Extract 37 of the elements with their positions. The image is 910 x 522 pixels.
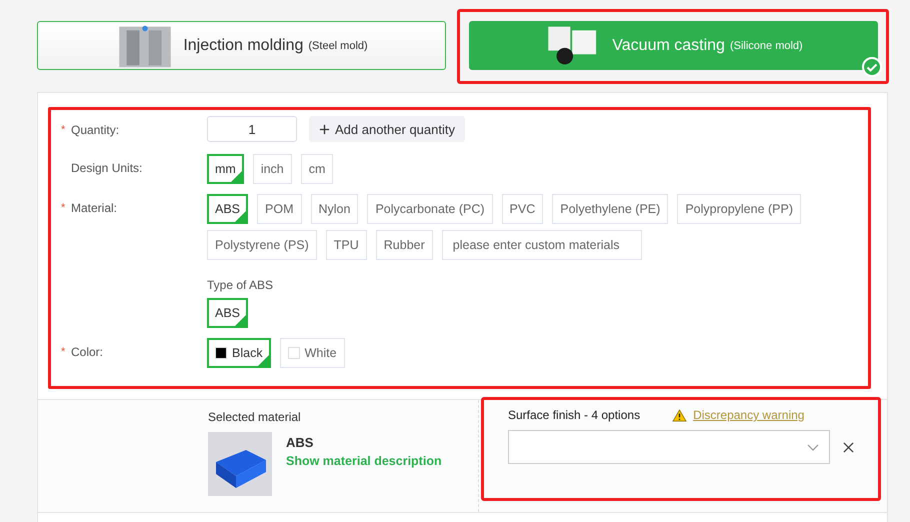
color-option[interactable]: White (280, 338, 345, 368)
clear-icon[interactable] (843, 442, 854, 452)
material-name: ABS (286, 435, 314, 450)
surface-finish-label: Surface finish - 4 options (508, 408, 640, 422)
option-chip[interactable]: Polyethylene (PE) (552, 194, 668, 224)
required-asterisk: * (61, 202, 66, 214)
option-chip[interactable]: cm (300, 154, 334, 184)
check-icon (862, 57, 882, 77)
option-chip[interactable]: Polypropylene (PP) (677, 194, 802, 224)
required-asterisk: * (61, 346, 66, 358)
option-chip[interactable]: PVC (502, 194, 544, 224)
field-label: Material: (71, 201, 118, 215)
option-chip[interactable]: inch (252, 154, 292, 184)
color-option[interactable]: Black (207, 338, 271, 368)
option-chip[interactable]: TPU (326, 230, 367, 260)
add-quantity-button[interactable]: Add another quantity (309, 116, 465, 142)
plus-icon (319, 124, 330, 134)
field-label: Color: (71, 345, 104, 359)
option-chip[interactable]: ABS (207, 194, 248, 224)
option-chip[interactable]: ABS (207, 298, 248, 328)
required-asterisk: * (61, 124, 66, 136)
chevron-down-icon (807, 444, 819, 452)
quantity-field[interactable]: 1 (207, 116, 297, 142)
option-chip[interactable]: Polystyrene (PS) (207, 230, 317, 260)
material-photo-placeholder (208, 432, 272, 496)
warning-icon (672, 408, 688, 422)
process-option[interactable]: Injection molding (Steel mold) (37, 21, 446, 70)
option-chip[interactable]: mm (207, 154, 244, 184)
option-chip[interactable]: Nylon (310, 194, 358, 224)
custom-material-field[interactable]: please enter custom materials (442, 230, 642, 260)
field-label: Design Units: (71, 161, 142, 175)
option-chip[interactable]: Polycarbonate (PC) (367, 194, 493, 224)
option-chip[interactable]: Rubber (376, 230, 433, 260)
option-chip[interactable]: POM (257, 194, 302, 224)
selected-material-heading: Selected material (208, 410, 302, 424)
material-type-label: Type of ABS (207, 278, 274, 292)
field-label: Quantity: (71, 123, 120, 137)
